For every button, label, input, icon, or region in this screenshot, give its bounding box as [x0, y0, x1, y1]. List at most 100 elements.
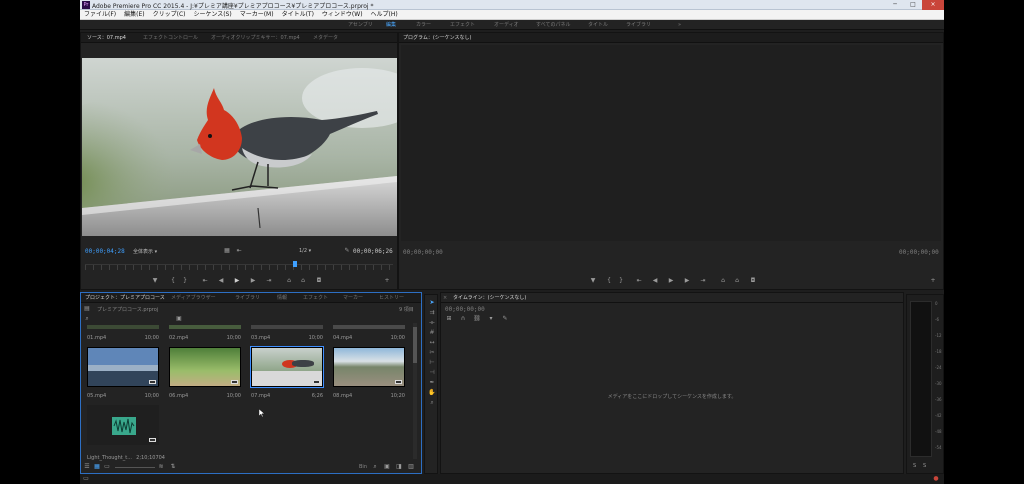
tab-info[interactable]: 情報 — [277, 293, 287, 303]
workspace-effects[interactable]: エフェクト — [450, 20, 475, 30]
workspace-assembly[interactable]: アセンブリ — [348, 20, 373, 30]
thumbnail-audio[interactable] — [87, 405, 159, 445]
snap-icon[interactable]: ∩ — [459, 315, 467, 323]
step-back-icon[interactable]: ◀ — [217, 277, 225, 285]
selection-tool-icon[interactable]: ➤ — [428, 299, 436, 307]
insert-clip-icon[interactable]: ⌂ — [285, 277, 293, 285]
tab-effects[interactable]: エフェクト — [303, 293, 328, 303]
source-current-timecode[interactable]: 00;00;04;28 — [85, 248, 125, 255]
solo-left-button[interactable]: S — [913, 463, 916, 469]
zoom-slider[interactable] — [115, 467, 155, 468]
program-video-frame[interactable] — [401, 45, 941, 241]
workspace-audio[interactable]: オーディオ — [494, 20, 519, 30]
track-select-tool-icon[interactable]: ⇉ — [428, 309, 436, 317]
thumbnail-07[interactable] — [250, 346, 324, 388]
maximize-button[interactable]: □ — [904, 0, 922, 10]
mark-out-icon[interactable]: } — [181, 277, 189, 285]
add-marker-icon[interactable]: ▾ — [487, 315, 495, 323]
thumbnail-05[interactable] — [87, 347, 159, 387]
tab-timeline[interactable]: タイムライン：(シーケンスなし) — [453, 293, 526, 303]
add-button-icon[interactable]: + — [929, 277, 937, 285]
workspace-libraries[interactable]: ライブラリ — [626, 20, 651, 30]
play-icon[interactable]: ▶ — [233, 277, 241, 285]
source-time-ruler[interactable] — [85, 264, 393, 270]
tab-source[interactable]: ソース：07.mp4 — [87, 33, 126, 43]
thumbnail-03[interactable] — [251, 325, 323, 329]
menu-marker[interactable]: マーカー(M) — [236, 10, 278, 19]
wrench-icon[interactable]: ✎ — [343, 247, 351, 255]
mark-out-icon[interactable]: } — [617, 277, 625, 285]
solo-right-button[interactable]: S — [923, 463, 926, 469]
insert-icon[interactable]: ⇤ — [235, 247, 243, 255]
camera-icon[interactable]: ◘ — [315, 277, 323, 285]
fit-dropdown[interactable]: 全体表示 ▾ — [133, 248, 157, 255]
workspace-editing[interactable]: 編集 — [386, 20, 396, 30]
tab-metadata[interactable]: メタデータ — [313, 33, 338, 43]
workspace-all-panels[interactable]: すべてのパネル — [536, 20, 570, 30]
workspace-overflow[interactable]: » — [678, 20, 681, 30]
rate-stretch-tool-icon[interactable]: ↔ — [428, 339, 436, 347]
step-forward-icon[interactable]: ▶ — [249, 277, 257, 285]
tab-effect-controls[interactable]: エフェクトコントロール — [143, 33, 198, 43]
wrench-icon[interactable]: ✎ — [501, 315, 509, 323]
menu-clip[interactable]: クリップ(C) — [149, 10, 190, 19]
export-frame-icon[interactable]: ▦ — [223, 247, 231, 255]
menu-sequence[interactable]: シーケンス(S) — [190, 10, 236, 19]
menu-help[interactable]: ヘルプ(H) — [367, 10, 402, 19]
slip-tool-icon[interactable]: ⊢ — [428, 359, 436, 367]
menu-edit[interactable]: 編集(E) — [120, 10, 148, 19]
thumbnail-04[interactable] — [333, 325, 405, 329]
search-icon[interactable]: ⌕ — [83, 315, 91, 323]
step-back-icon[interactable]: ◀ — [651, 277, 659, 285]
razor-tool-icon[interactable]: ✂ — [428, 349, 436, 357]
go-to-in-icon[interactable]: ⇤ — [635, 277, 643, 285]
tab-markers[interactable]: マーカー — [343, 293, 363, 303]
scrollbar-thumb[interactable] — [413, 327, 417, 363]
extract-icon[interactable]: ⌂ — [733, 277, 741, 285]
list-view-icon[interactable]: ☰ — [83, 463, 91, 471]
trash-icon[interactable]: ▥ — [407, 463, 415, 471]
zoom-tool-icon[interactable]: ⌕ — [428, 399, 436, 407]
overwrite-clip-icon[interactable]: ⌂ — [299, 277, 307, 285]
play-icon[interactable]: ▶ — [667, 277, 675, 285]
nest-icon[interactable]: ⊞ — [445, 315, 453, 323]
add-marker-icon[interactable]: ▼ — [589, 277, 597, 285]
minimize-button[interactable]: ─ — [886, 0, 904, 10]
workspace-color[interactable]: カラー — [416, 20, 431, 30]
automate-to-sequence-icon[interactable]: ⇅ — [169, 463, 177, 471]
tab-program[interactable]: プログラム：(シーケンスなし) — [403, 33, 472, 43]
sort-icon[interactable]: ≋ — [157, 463, 165, 471]
close-button[interactable]: × — [922, 0, 944, 10]
pen-tool-icon[interactable]: ✒ — [428, 379, 436, 387]
timeline-drop-area[interactable]: メディアをここにドロップしてシーケンスを作成します。 — [441, 327, 903, 473]
tab-libraries[interactable]: ライブラリ — [235, 293, 260, 303]
go-to-in-icon[interactable]: ⇤ — [201, 277, 209, 285]
thumbnail-01[interactable] — [87, 325, 159, 329]
mark-in-icon[interactable]: { — [605, 277, 613, 285]
source-video-frame[interactable] — [82, 58, 397, 236]
thumbnail-02[interactable] — [169, 325, 241, 329]
freeform-view-icon[interactable]: ▭ — [103, 463, 111, 471]
rolling-edit-tool-icon[interactable]: # — [428, 329, 436, 337]
go-to-out-icon[interactable]: ⇥ — [265, 277, 273, 285]
workspace-titles[interactable]: タイトル — [588, 20, 608, 30]
menu-title[interactable]: タイトル(T) — [278, 10, 318, 19]
icon-view-icon[interactable]: ▦ — [93, 463, 101, 471]
ripple-edit-tool-icon[interactable]: ⟛ — [428, 319, 436, 327]
menu-window[interactable]: ウィンドウ(W) — [318, 10, 367, 19]
new-bin-icon[interactable]: ▣ — [175, 315, 183, 323]
timeline-timecode[interactable]: 00;00;00;00 — [445, 306, 485, 313]
resolution-dropdown[interactable]: 1/2 ▾ — [299, 248, 311, 254]
camera-icon[interactable]: ◘ — [749, 277, 757, 285]
tab-audio-clip-mixer[interactable]: オーディオクリップミキサー：07.mp4 — [211, 33, 300, 43]
tab-media-browser[interactable]: メディアブラウザー — [171, 293, 216, 303]
tab-history[interactable]: ヒストリー — [379, 293, 404, 303]
slide-tool-icon[interactable]: ⊣ — [428, 369, 436, 377]
close-tab-icon[interactable]: × — [443, 293, 447, 303]
menu-file[interactable]: ファイル(F) — [80, 10, 120, 19]
add-button-icon[interactable]: + — [383, 277, 391, 285]
step-forward-icon[interactable]: ▶ — [683, 277, 691, 285]
new-bin-icon[interactable]: ▣ — [383, 463, 391, 471]
tab-project[interactable]: プロジェクト：プレミアプロコース — [85, 293, 165, 303]
thumbnail-06[interactable] — [169, 347, 241, 387]
